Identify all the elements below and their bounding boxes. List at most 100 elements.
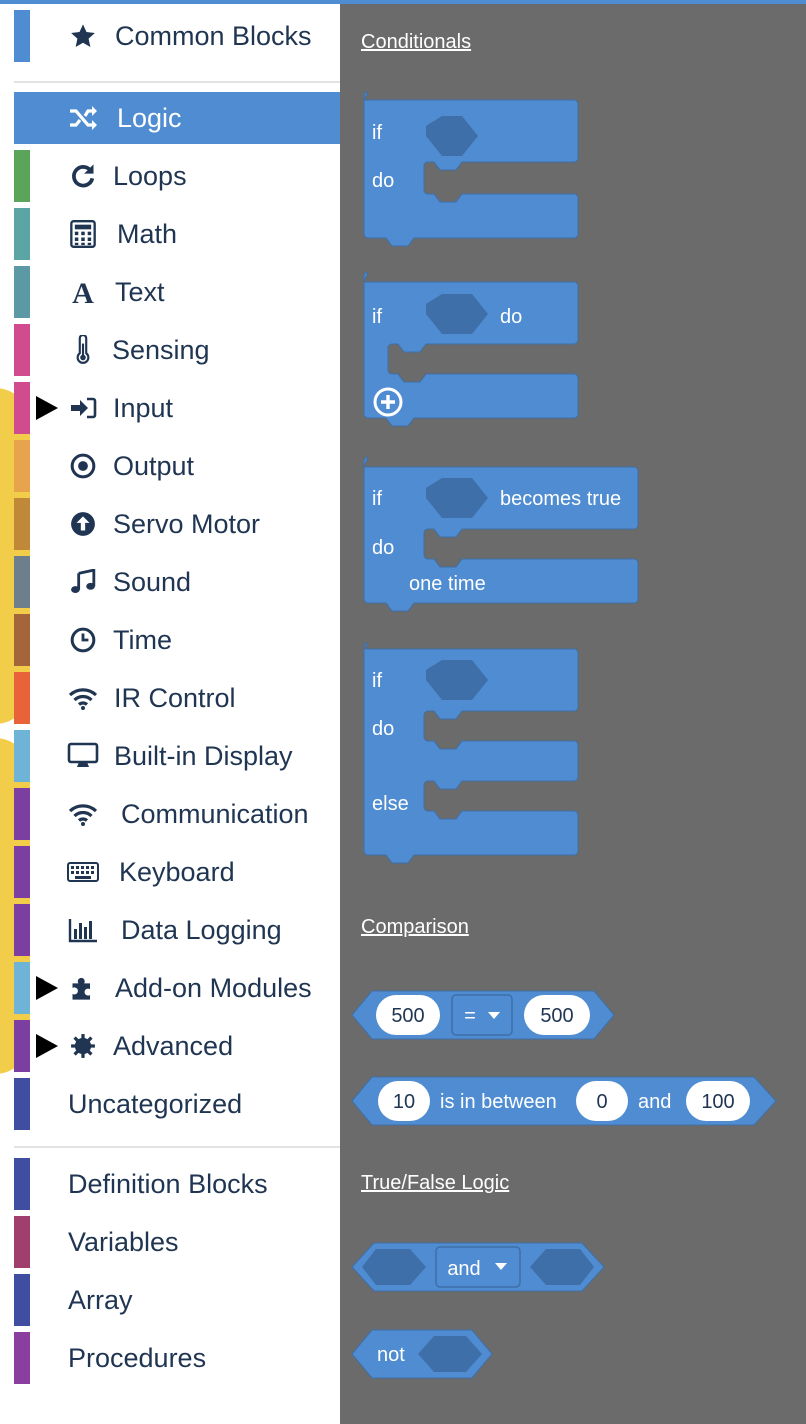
sidebar-item-label: Array xyxy=(68,1284,133,1315)
category-color-bar xyxy=(14,208,30,260)
operator-dropdown[interactable]: = xyxy=(451,994,513,1036)
desktop-icon xyxy=(66,739,100,773)
font-icon: A xyxy=(66,275,100,309)
do-label: do xyxy=(372,170,394,192)
sidebar-item-label: Math xyxy=(117,218,178,249)
do-label: do xyxy=(372,718,394,740)
sidebar-item-data-logging[interactable]: Data Logging xyxy=(14,904,340,956)
compare-block[interactable]: 500 = 500 xyxy=(351,990,615,1040)
arrow-circle-up-icon xyxy=(66,507,100,541)
svg-text:A: A xyxy=(72,278,94,306)
category-color-bar xyxy=(14,904,30,956)
sidebar-item-advanced[interactable]: Advanced xyxy=(14,1020,340,1072)
sidebar-item-label: Communication xyxy=(121,798,309,829)
sidebar-item-label: Built-in Display xyxy=(114,740,293,771)
right-value: 500 xyxy=(540,1005,573,1027)
expand-caret-icon[interactable] xyxy=(36,396,58,420)
if-label: if xyxy=(372,306,382,328)
sidebar-item-procedures[interactable]: Procedures xyxy=(14,1332,340,1384)
sidebar-item-keyboard[interactable]: Keyboard xyxy=(14,846,340,898)
sidebar-item-loops[interactable]: Loops xyxy=(14,150,340,202)
sidebar-item-definition-blocks[interactable]: Definition Blocks xyxy=(14,1158,340,1210)
keyboard-icon xyxy=(66,855,100,889)
sidebar-item-math[interactable]: Math xyxy=(14,208,340,260)
one-time-label: one time xyxy=(409,573,486,595)
sidebar-item-label: Output xyxy=(113,450,195,481)
sidebar-item-uncategorized[interactable]: Uncategorized xyxy=(14,1078,340,1130)
sidebar-item-label: Advanced xyxy=(113,1030,234,1061)
high-value: 100 xyxy=(701,1091,734,1113)
sidebar-item-label: Variables xyxy=(68,1226,179,1257)
sidebar-item-label: Sensing xyxy=(112,334,210,365)
sidebar-item-label: Loops xyxy=(113,160,187,191)
if-label: if xyxy=(372,488,382,510)
category-color-bar xyxy=(14,730,30,782)
bar-chart-icon xyxy=(66,913,100,947)
sidebar-item-output[interactable]: Output xyxy=(14,440,340,492)
sidebar-item-label: Keyboard xyxy=(119,856,235,887)
sidebar-separator xyxy=(14,81,340,83)
category-color-bar xyxy=(14,92,30,144)
sidebar-item-servo-motor[interactable]: Servo Motor xyxy=(14,498,340,550)
sidebar-item-label: Common Blocks xyxy=(115,20,312,51)
between-label: is in between xyxy=(440,1091,557,1113)
thermometer-icon xyxy=(66,333,100,367)
sidebar-item-built-in-display[interactable]: Built-in Display xyxy=(14,730,340,782)
if-do-else-block[interactable]: if do else xyxy=(363,642,579,864)
sidebar-item-label: Time xyxy=(113,624,172,655)
sidebar-item-sensing[interactable]: Sensing xyxy=(14,324,340,376)
toolbox-sidebar: Common Blocks Logic Loops Math A Text Se… xyxy=(0,4,340,1424)
puzzle-icon xyxy=(66,971,100,1005)
sidebar-item-variables[interactable]: Variables xyxy=(14,1216,340,1268)
category-color-bar xyxy=(14,1216,30,1268)
sidebar-item-logic[interactable]: Logic xyxy=(14,92,340,144)
sidebar-item-ir-control[interactable]: IR Control xyxy=(14,672,340,724)
if-do-block[interactable]: if do xyxy=(363,91,579,247)
sidebar-separator xyxy=(14,1146,340,1148)
category-color-bar xyxy=(14,498,30,550)
sidebar-item-label: Sound xyxy=(113,566,192,597)
category-color-bar xyxy=(14,962,30,1014)
wifi-icon xyxy=(66,681,100,715)
else-label: else xyxy=(372,793,409,815)
category-color-bar xyxy=(14,556,30,608)
sidebar-item-label: Add-on Modules xyxy=(115,972,312,1003)
sidebar-item-sound[interactable]: Sound xyxy=(14,556,340,608)
becomes-true-label: becomes true xyxy=(500,488,621,510)
sidebar-item-text[interactable]: A Text xyxy=(14,266,340,318)
sidebar-item-label: Definition Blocks xyxy=(68,1168,268,1199)
between-block[interactable]: 10 is in between 0 and 100 xyxy=(351,1076,777,1126)
clock-icon xyxy=(66,623,100,657)
logic-operation-block[interactable]: and xyxy=(351,1242,605,1292)
category-color-bar xyxy=(14,440,30,492)
test-value: 10 xyxy=(393,1091,415,1113)
category-color-bar xyxy=(14,1274,30,1326)
and-operator-dropdown[interactable]: and xyxy=(435,1246,521,1288)
star-icon xyxy=(66,19,100,53)
not-block[interactable]: not xyxy=(351,1329,493,1379)
category-color-bar xyxy=(14,1020,30,1072)
category-color-bar xyxy=(14,324,30,376)
sidebar-item-label: Text xyxy=(115,276,165,307)
sidebar-item-common-blocks[interactable]: Common Blocks xyxy=(14,10,340,62)
category-color-bar xyxy=(14,788,30,840)
category-color-bar xyxy=(14,150,30,202)
sidebar-item-label: Procedures xyxy=(68,1342,207,1373)
and-label: and xyxy=(638,1091,671,1113)
if-do-mutator-block[interactable]: if do xyxy=(363,271,579,427)
category-color-bar xyxy=(14,10,30,62)
expand-caret-icon[interactable] xyxy=(36,1034,58,1058)
sidebar-item-add-on-modules[interactable]: Add-on Modules xyxy=(14,962,340,1014)
sidebar-item-array[interactable]: Array xyxy=(14,1274,340,1326)
do-label: do xyxy=(500,306,522,328)
category-color-bar xyxy=(14,846,30,898)
if-becomes-true-block[interactable]: if becomes true do one time xyxy=(363,456,639,612)
music-icon xyxy=(66,565,100,599)
dot-circle-icon xyxy=(66,449,100,483)
expand-caret-icon[interactable] xyxy=(36,976,58,1000)
left-value: 500 xyxy=(391,1005,424,1027)
refresh-icon xyxy=(66,159,100,193)
sidebar-item-input[interactable]: Input xyxy=(14,382,340,434)
sidebar-item-communication[interactable]: Communication xyxy=(14,788,340,840)
sidebar-item-time[interactable]: Time xyxy=(14,614,340,666)
